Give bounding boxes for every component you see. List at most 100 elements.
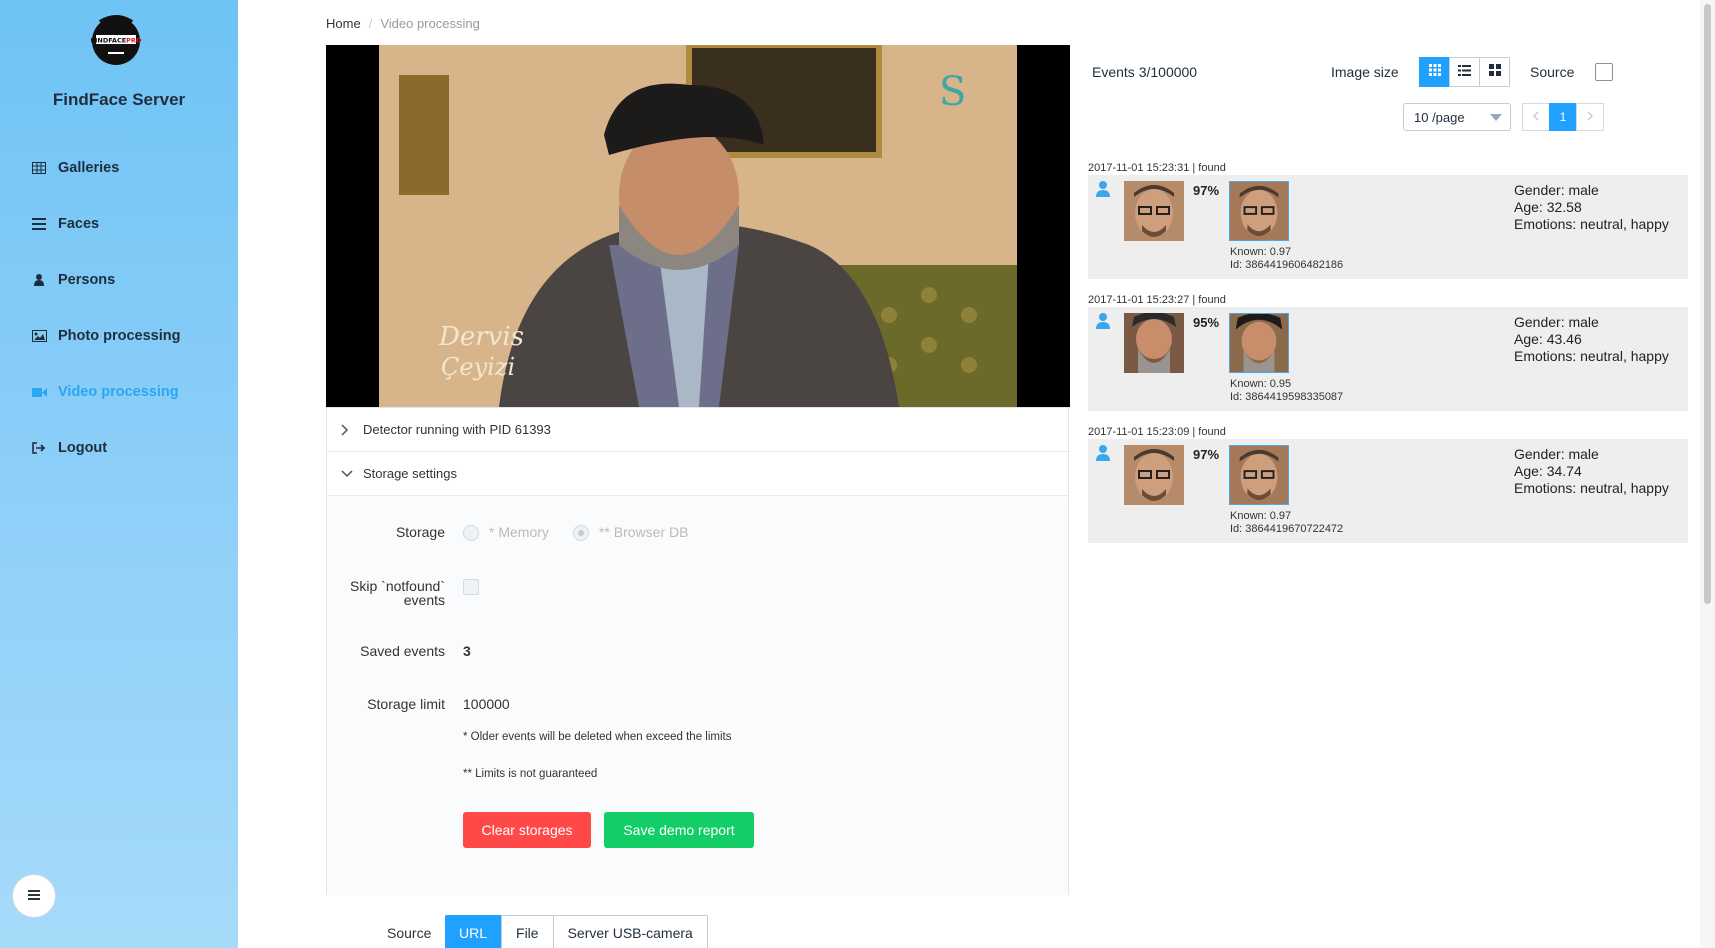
storage-memory-radio[interactable] [463, 525, 479, 541]
detector-status: Detector running with PID 61393 [363, 422, 551, 437]
chevron-right-icon [1587, 110, 1593, 124]
sidebar-item-faces[interactable]: Faces [30, 212, 99, 236]
caret-down-icon [1490, 114, 1502, 121]
storage-browserdb-label: ** Browser DB [599, 524, 689, 540]
storage-browserdb-radio[interactable] [573, 525, 589, 541]
page-scrollbar-thumb[interactable] [1704, 4, 1711, 604]
storage-section-title: Storage settings [363, 466, 457, 481]
list-view-icon [1458, 63, 1471, 81]
breadcrumb-home[interactable]: Home [326, 16, 361, 31]
grid-small-icon [1428, 63, 1441, 81]
page-button-1[interactable]: 1 [1549, 103, 1577, 131]
tab-server-usb-camera[interactable]: Server USB-camera [552, 915, 708, 948]
svg-text:S: S [939, 69, 966, 115]
skip-notfound-checkbox[interactable] [463, 579, 479, 595]
size-list-button[interactable] [1449, 57, 1480, 87]
svg-text:Dervis: Dervis [438, 322, 524, 352]
logout-icon [30, 441, 48, 455]
known-score: Known: 0.97 [1230, 510, 1292, 522]
size-small-button[interactable] [1419, 57, 1450, 87]
detector-collapse[interactable]: Detector running with PID 61393 [327, 408, 1068, 452]
sidebar-item-logout[interactable]: Logout [30, 436, 107, 460]
matched-face-thumbnail[interactable] [1229, 445, 1289, 505]
person-id: Id: 3864419606482186 [1230, 259, 1344, 271]
event-card[interactable]: 97% Known: 0.97 Id: 3864419670722472 Gen… [1088, 439, 1688, 543]
storage-limit-label: Storage limit [367, 696, 445, 712]
sidebar-item-label: Video processing [58, 384, 179, 400]
events-count: Events 3/100000 [1092, 64, 1198, 80]
sidebar-item-label: Persons [58, 272, 116, 288]
storage-memory-label: * Memory [489, 524, 549, 540]
save-demo-report-button[interactable]: Save demo report [604, 812, 754, 848]
person-icon [1096, 445, 1110, 461]
findface-logo: FINDFACEPRO [91, 15, 142, 65]
video-player[interactable]: Dervis Çeyizi S [326, 45, 1070, 407]
breadcrumb: Home / Video processing [326, 16, 480, 31]
svg-text:Çeyizi: Çeyizi [441, 353, 515, 381]
match-percent: 95% [1193, 315, 1220, 330]
breadcrumb-current: Video processing [380, 16, 480, 31]
chevron-left-icon [1533, 110, 1539, 124]
gender-value: Gender: male [1514, 182, 1599, 198]
age-value: Age: 43.46 [1514, 331, 1582, 347]
event-card[interactable]: 97% Known: 0.97 Id: 3864419606482186 Gen… [1088, 175, 1688, 279]
sidebar-item-label: Faces [58, 216, 100, 232]
sidebar-item-video-processing[interactable]: Video processing [30, 380, 179, 404]
person-id: Id: 3864419598335087 [1230, 391, 1344, 403]
saved-events-value: 3 [463, 643, 471, 659]
sidebar-collapse-button[interactable] [12, 874, 56, 918]
prev-page-button[interactable] [1522, 103, 1550, 131]
event-card[interactable]: 95% Known: 0.95 Id: 3864419598335087 Gen… [1088, 307, 1688, 411]
chevron-right-icon [341, 423, 357, 436]
pagination: 1 [1522, 103, 1604, 131]
image-icon [30, 329, 48, 343]
emotions-value: Emotions: neutral, happy [1514, 480, 1669, 496]
age-value: Age: 34.74 [1514, 463, 1582, 479]
svg-text:FINDFACEPRO: FINDFACEPRO [91, 37, 142, 45]
size-large-button[interactable] [1479, 57, 1510, 87]
clear-storages-button[interactable]: Clear storages [463, 812, 591, 848]
per-page-select[interactable]: 10 /page [1403, 103, 1511, 131]
next-page-button[interactable] [1576, 103, 1604, 131]
video-camera-icon [30, 385, 48, 399]
events-source-checkbox[interactable] [1595, 63, 1613, 81]
chevron-down-icon [341, 469, 357, 478]
match-percent: 97% [1193, 183, 1220, 198]
matched-face-thumbnail[interactable] [1229, 313, 1289, 373]
storage-collapse[interactable]: Storage settings [327, 452, 1068, 496]
person-icon [1096, 313, 1110, 329]
per-page-value: 10 /page [1414, 109, 1465, 125]
storage-label: Storage [395, 524, 445, 540]
skip-notfound-label-line2: events [403, 592, 445, 608]
face-attributes: Gender: male Age: 34.74 Emotions: neutra… [1514, 446, 1669, 497]
matched-face-thumbnail[interactable] [1229, 181, 1289, 241]
gender-value: Gender: male [1514, 314, 1599, 330]
sidebar-item-label: Galleries [58, 160, 120, 176]
emotions-value: Emotions: neutral, happy [1514, 348, 1669, 364]
settings-panel: Detector running with PID 61393 Storage … [326, 407, 1069, 895]
emotions-value: Emotions: neutral, happy [1514, 216, 1669, 232]
storage-note-2: ** Limits is not guaranteed [463, 768, 598, 780]
sidebar-item-galleries[interactable]: Galleries [30, 156, 119, 180]
storage-note-1: * Older events will be deleted when exce… [463, 731, 732, 743]
sidebar-item-photo-processing[interactable]: Photo processing [30, 324, 180, 348]
saved-events-label: Saved events [360, 643, 445, 659]
person-icon [30, 273, 48, 287]
age-value: Age: 32.58 [1514, 199, 1582, 215]
storage-settings-body: Storage * Memory ** Browser DB Skip `not… [327, 497, 1068, 895]
sidebar-item-persons[interactable]: Persons [30, 268, 115, 292]
app-title: FindFace Server [52, 90, 186, 109]
detected-face-thumbnail[interactable] [1124, 445, 1184, 505]
video-frame: Dervis Çeyizi S [379, 45, 1017, 407]
match-percent: 97% [1193, 447, 1220, 462]
known-score: Known: 0.97 [1230, 246, 1292, 258]
sidebar-item-label: Photo processing [58, 328, 181, 344]
face-attributes: Gender: male Age: 32.58 Emotions: neutra… [1514, 182, 1669, 233]
tab-file[interactable]: File [501, 915, 554, 948]
tab-url[interactable]: URL [445, 915, 503, 948]
detected-face-thumbnail[interactable] [1124, 181, 1184, 241]
face-attributes: Gender: male Age: 43.46 Emotions: neutra… [1514, 314, 1669, 365]
grid-icon [30, 161, 48, 175]
storage-limit-value: 100000 [463, 696, 510, 712]
detected-face-thumbnail[interactable] [1124, 313, 1184, 373]
